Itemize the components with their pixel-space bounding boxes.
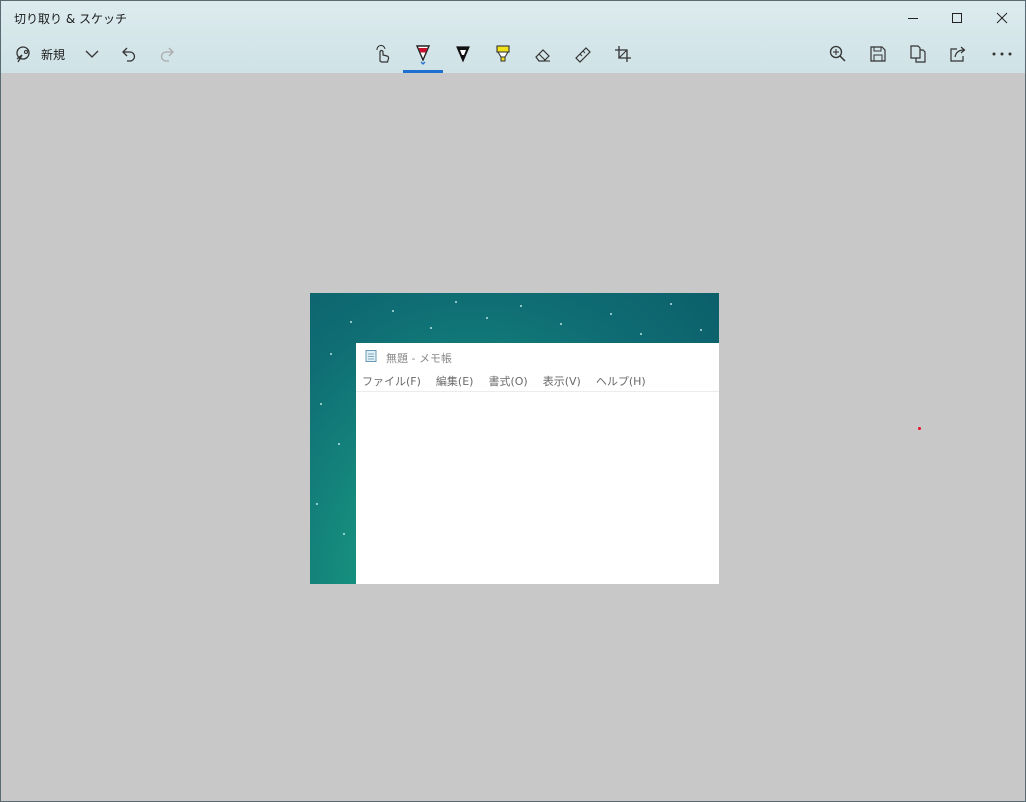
menu-format: 書式(O) [488,375,528,388]
menu-help: ヘルプ(H) [595,375,646,388]
snip-sketch-window: 切り取り & スケッチ 新規 無題 - メモ帳 ファイル(F) 編集(E) 書式… [0,0,1026,802]
share-icon [950,46,966,62]
eraser-button[interactable] [531,37,555,71]
ballpoint-pen-icon [415,45,431,65]
pencil-icon [456,46,470,63]
maximize-button[interactable] [934,1,980,35]
undo-button[interactable] [116,37,140,71]
menu-edit: 編集(E) [435,375,474,388]
crop-button[interactable] [611,37,635,71]
menu-view: 表示(V) [542,375,581,388]
menu-file: ファイル(F) [362,375,421,388]
more-icon [992,52,1012,56]
more-button[interactable] [989,37,1015,71]
zoom-button[interactable] [826,37,850,71]
new-snip-button[interactable]: 新規 [13,37,75,71]
title-bar: 切り取り & スケッチ 新規 [1,1,1025,73]
redo-button[interactable] [156,37,180,71]
crop-icon [615,46,631,62]
ruler-button[interactable] [571,37,595,71]
undo-icon [122,47,136,62]
captured-snip-image[interactable]: 無題 - メモ帳 ファイル(F) 編集(E) 書式(O) 表示(V) ヘルプ(H… [310,293,719,584]
highlighter-button[interactable] [491,37,515,71]
highlighter-icon [496,45,510,62]
close-button[interactable] [979,1,1025,35]
notepad-icon [365,350,377,362]
minimize-icon [908,18,918,19]
notepad-menu-bar: ファイル(F) 編集(E) 書式(O) 表示(V) ヘルプ(H) [356,371,719,392]
share-button[interactable] [946,37,970,71]
maximize-icon [952,13,962,23]
touch-writing-icon [376,44,390,63]
app-title: 切り取り & スケッチ [14,12,127,26]
close-icon [996,12,1008,24]
new-label: 新規 [41,47,66,62]
minimize-button[interactable] [890,1,936,35]
pencil-button[interactable] [451,37,475,71]
chevron-down-icon [85,50,99,58]
eraser-icon [535,49,550,62]
save-button[interactable] [866,37,890,71]
ruler-icon [575,47,591,63]
new-options-dropdown[interactable] [81,37,103,71]
save-icon [870,46,886,62]
copy-icon [910,45,926,63]
ink-dot [918,427,921,430]
new-snip-icon [16,46,30,63]
zoom-in-icon [829,45,846,62]
notepad-window: 無題 - メモ帳 ファイル(F) 編集(E) 書式(O) 表示(V) ヘルプ(H… [356,343,719,584]
notepad-title: 無題 - メモ帳 [386,352,452,365]
ballpoint-pen-button[interactable] [411,37,435,71]
touch-writing-button[interactable] [371,37,395,71]
copy-button[interactable] [906,37,930,71]
redo-icon [160,47,174,62]
